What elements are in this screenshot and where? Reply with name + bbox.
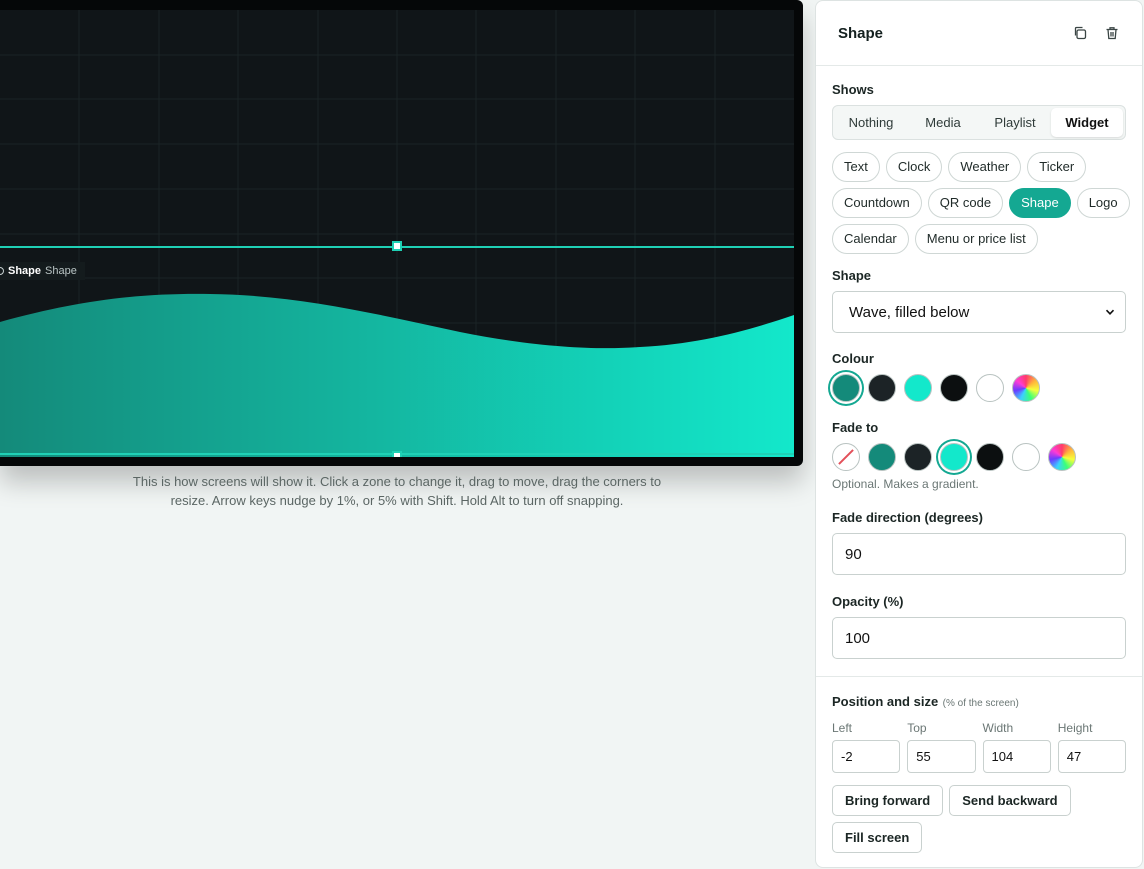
widget-chip-weather[interactable]: Weather [948, 152, 1022, 182]
chevron-down-icon [1105, 309, 1115, 315]
trash-icon[interactable] [1104, 25, 1120, 41]
send-backward-button[interactable]: Send backward [949, 785, 1071, 816]
shows-tab-widget[interactable]: Widget [1051, 108, 1123, 137]
shape-icon [0, 267, 4, 275]
fade-swatch-teal[interactable] [868, 443, 896, 471]
colour-swatches [832, 374, 1126, 402]
position-heading: Position and size (% of the screen) [832, 693, 1126, 711]
opacity-label: Opacity (%) [832, 594, 904, 609]
shape-select-value: Wave, filled below [849, 303, 970, 321]
shows-tab-playlist[interactable]: Playlist [979, 108, 1051, 137]
zone-label: Shape Shape [0, 262, 85, 280]
position-top: Top 55 [907, 721, 976, 773]
fade-swatch-aqua[interactable] [940, 443, 968, 471]
bring-forward-button[interactable]: Bring forward [832, 785, 944, 816]
widget-chip-clock[interactable]: Clock [885, 152, 943, 182]
colour-swatch-black[interactable] [940, 374, 968, 402]
fade-swatch-none-icon[interactable] [832, 443, 860, 471]
fade-swatch-white[interactable] [1012, 443, 1040, 471]
position-left-label: Left [832, 721, 853, 735]
fill-screen-button[interactable]: Fill screen [832, 822, 923, 853]
fade-direction-input[interactable]: 90 [832, 533, 1126, 575]
fade-swatch-black[interactable] [976, 443, 1004, 471]
fade-direction-label: Fade direction (degrees) [832, 510, 983, 525]
zone-label-name: Shape [8, 265, 42, 277]
preview-canvas[interactable]: Shape Shape [0, 10, 794, 457]
colour-swatch-charcoal[interactable] [868, 374, 896, 402]
fade-to-swatches [832, 443, 1126, 471]
position-left: Left -2 [832, 721, 901, 773]
shows-tab-nothing[interactable]: Nothing [835, 108, 907, 137]
panel-header: Shape [816, 1, 1142, 66]
shows-label: Shows [832, 82, 874, 97]
widget-chip-calendar[interactable]: Calendar [832, 224, 909, 254]
position-height-label: Height [1057, 721, 1093, 735]
widget-chip-shape[interactable]: Shape [1009, 188, 1071, 218]
resize-handle-bottom[interactable] [392, 451, 402, 457]
fade-to-label: Fade to [832, 420, 879, 435]
colour-swatch-white[interactable] [976, 374, 1004, 402]
colour-custom-picker-icon[interactable] [1012, 374, 1040, 402]
position-fields: Left -2 Top 55 Width 104 Height 47 [832, 721, 1126, 773]
position-height-input[interactable]: 47 [1057, 740, 1126, 773]
preview-help-text: This is how screens will show it. Click … [132, 474, 662, 508]
position-label: Position and size [832, 694, 939, 709]
widget-chip-menu-price-list[interactable]: Menu or price list [914, 224, 1038, 254]
fade-swatch-charcoal[interactable] [904, 443, 932, 471]
inspector-panel: Shape Shows Nothing Media Playlist Widge… [815, 0, 1143, 868]
colour-swatch-aqua[interactable] [904, 374, 932, 402]
position-left-input[interactable]: -2 [832, 740, 901, 773]
shape-select[interactable]: Wave, filled below [832, 291, 1126, 333]
shows-segmented-control: Nothing Media Playlist Widget [832, 105, 1126, 140]
position-top-label: Top [907, 721, 927, 735]
position-top-input[interactable]: 55 [907, 740, 976, 773]
colour-label: Colour [832, 351, 874, 366]
resize-handle-top[interactable] [392, 241, 402, 251]
widget-chip-ticker[interactable]: Ticker [1027, 152, 1087, 182]
duplicate-icon[interactable] [1072, 25, 1088, 41]
shape-label: Shape [832, 268, 872, 283]
wave-shape[interactable] [0, 10, 794, 457]
opacity-input[interactable]: 100 [832, 617, 1126, 659]
position-width-input[interactable]: 104 [982, 740, 1051, 773]
widget-chip-logo[interactable]: Logo [1076, 188, 1130, 218]
layer-buttons: Bring forward Send backward Fill screen [832, 785, 1132, 853]
zone-label-type: Shape [45, 265, 77, 277]
fade-to-hint: Optional. Makes a gradient. [832, 477, 979, 491]
shows-tab-media[interactable]: Media [907, 108, 979, 137]
colour-swatch-teal[interactable] [832, 374, 860, 402]
widget-chip-text[interactable]: Text [832, 152, 880, 182]
position-height: Height 47 [1057, 721, 1126, 773]
position-note: (% of the screen) [942, 698, 1019, 709]
screen-preview: Shape Shape [0, 0, 803, 466]
fade-custom-picker-icon[interactable] [1048, 443, 1076, 471]
position-width: Width 104 [982, 721, 1051, 773]
position-width-label: Width [982, 721, 1014, 735]
widget-chip-qr-code[interactable]: QR code [927, 188, 1004, 218]
widget-chip-countdown[interactable]: Countdown [832, 188, 922, 218]
panel-title: Shape [838, 24, 884, 42]
widget-type-chips: Text Clock Weather Ticker Countdown QR c… [832, 152, 1132, 254]
